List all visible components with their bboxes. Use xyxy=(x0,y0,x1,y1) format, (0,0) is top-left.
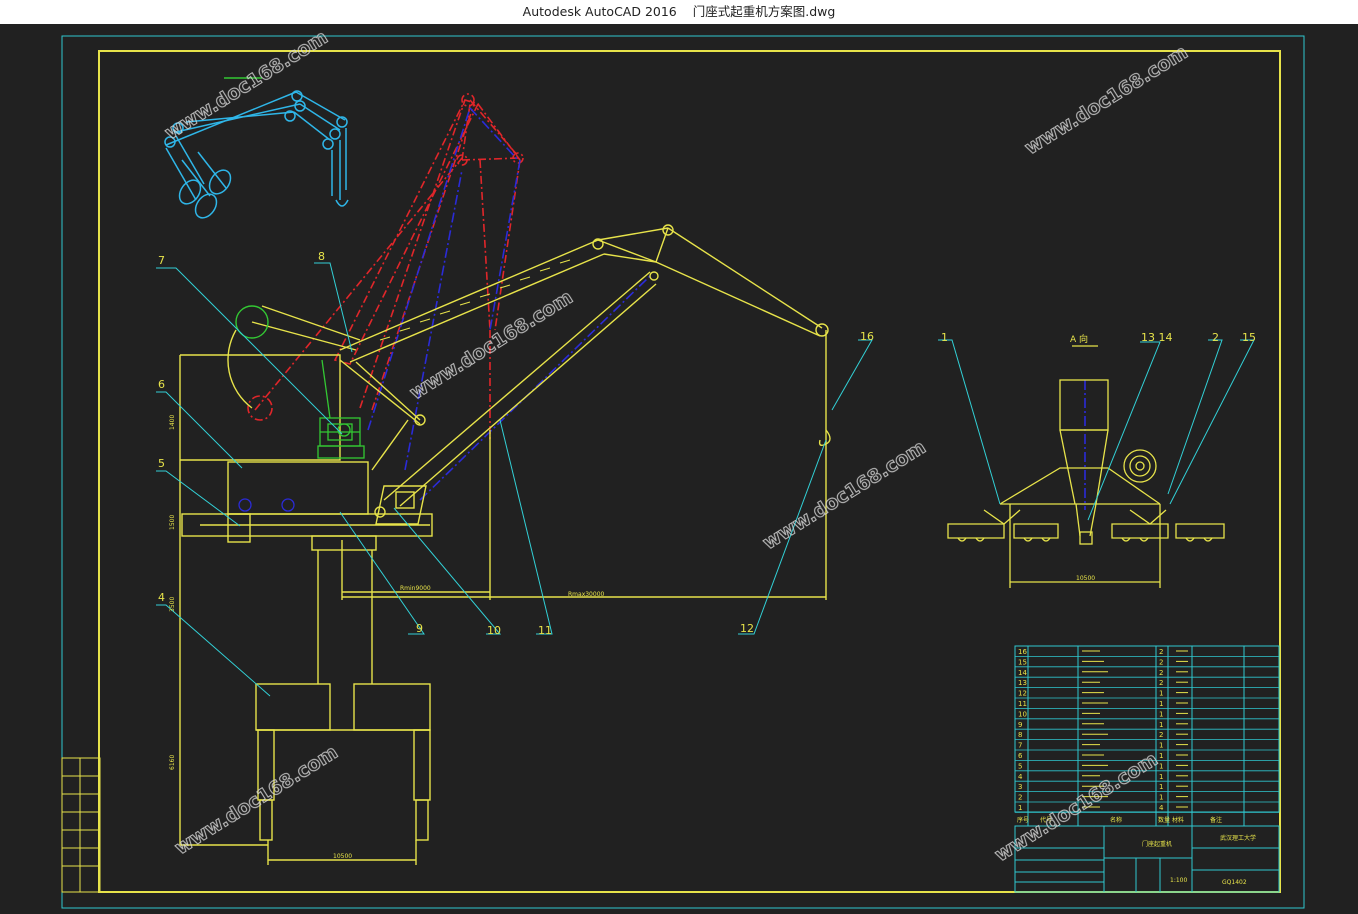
bom-row-qty: 2 xyxy=(1159,731,1163,739)
drawing-name: 门座起重机 xyxy=(1142,840,1172,848)
bom-row-qty: 1 xyxy=(1159,794,1163,802)
dim-height-mid: 3500 xyxy=(169,597,176,612)
bom-row-number: 6 xyxy=(1018,752,1023,760)
bom-table xyxy=(1014,645,1280,826)
bom-row-number: 11 xyxy=(1018,700,1027,708)
callout-13-14: 13 14 xyxy=(1141,331,1173,344)
cad-drawing: 7 8 6 5 4 9 10 11 12 16 1 13 14 2 15 Rmi… xyxy=(61,26,1305,909)
dim-side-width: 10500 xyxy=(1076,575,1095,582)
callout-10: 10 xyxy=(487,624,501,637)
bom-row-number: 5 xyxy=(1018,762,1022,770)
bom-header-material: 材料 xyxy=(1172,816,1184,824)
hoist-machinery xyxy=(238,359,365,512)
callout-9: 9 xyxy=(416,622,423,635)
dim-rmax: Rmax30000 xyxy=(568,591,605,598)
leader-lines xyxy=(156,262,1255,697)
callout-11: 11 xyxy=(538,624,552,637)
dim-height-top: 1400 xyxy=(169,415,176,430)
bom-row-qty: 1 xyxy=(1159,690,1163,698)
bom-header-note: 备注 xyxy=(1210,816,1222,824)
bom-row-number: 7 xyxy=(1018,742,1022,750)
callout-1: 1 xyxy=(941,331,948,344)
bom-row-qty: 2 xyxy=(1159,648,1163,656)
callout-5: 5 xyxy=(158,457,165,470)
bom-header-no: 序号 xyxy=(1017,816,1029,824)
bom-header-name: 名称 xyxy=(1110,816,1122,824)
bom-row-qty: 1 xyxy=(1159,742,1163,750)
drawing-canvas[interactable]: 7 8 6 5 4 9 10 11 12 16 1 13 14 2 15 Rmi… xyxy=(0,24,1358,910)
callout-2: 2 xyxy=(1212,331,1219,344)
bom-row-qty: 1 xyxy=(1159,700,1163,708)
bom-row-qty: 1 xyxy=(1159,773,1163,781)
bom-row-number: 14 xyxy=(1018,669,1027,677)
bom-row-number: 15 xyxy=(1018,658,1027,666)
bom-row-number: 3 xyxy=(1018,783,1022,791)
bom-row-number: 10 xyxy=(1018,710,1027,718)
bom-row-qty: 1 xyxy=(1159,783,1163,791)
watermark-2: www.doc168.com xyxy=(1021,41,1192,159)
watermark-5: www.doc168.com xyxy=(171,741,342,859)
callout-15: 15 xyxy=(1242,331,1256,344)
bom-row-number: 9 xyxy=(1018,721,1022,729)
bom-rows: 16 215 214 213 212 111 110 19 18 27 16 15 14 13 12 11 4序… xyxy=(1015,648,1279,824)
callout-7: 7 xyxy=(158,254,165,267)
bom-row-number: 4 xyxy=(1018,773,1023,781)
bom-row-qty: 2 xyxy=(1159,669,1163,677)
file-name: 门座式起重机方案图.dwg xyxy=(692,4,836,19)
dim-rmin: Rmin9000 xyxy=(400,585,431,592)
bom-row-qty: 1 xyxy=(1159,721,1163,729)
bom-row-number: 16 xyxy=(1018,648,1027,656)
bom-row-qty: 1 xyxy=(1159,710,1163,718)
dim-height-low: 6160 xyxy=(169,755,176,770)
perspective-sketch xyxy=(164,77,349,219)
bom-row-qty: 4 xyxy=(1159,804,1164,812)
crane-main xyxy=(179,224,831,865)
callout-16: 16 xyxy=(860,330,874,343)
school-name: 武汉理工大学 xyxy=(1220,834,1256,842)
window-title-bar: Autodesk AutoCAD 2016 门座式起重机方案图.dwg xyxy=(0,0,1358,24)
callout-12: 12 xyxy=(740,622,754,635)
bom-row-number: 1 xyxy=(1018,804,1022,812)
view-label: A 向 xyxy=(1070,333,1088,345)
dim-height-base: 1500 xyxy=(169,515,176,530)
watermark-6: www.doc168.com xyxy=(991,748,1162,866)
scale-value: 1:100 xyxy=(1170,877,1187,884)
title-block-text: 门座起重机 武汉理工大学 1:100 GQ1402 xyxy=(1142,834,1256,886)
dim-base-width: 10500 xyxy=(333,853,352,860)
watermark-4: www.doc168.com xyxy=(759,436,930,554)
callout-6: 6 xyxy=(158,378,165,391)
bom-row-number: 13 xyxy=(1018,679,1027,687)
watermark-3: www.doc168.com xyxy=(406,286,577,404)
watermarks: www.doc168.com www.doc168.com www.doc168… xyxy=(160,26,1192,867)
bom-row-number: 12 xyxy=(1018,690,1027,698)
drawing-number: GQ1402 xyxy=(1222,879,1247,886)
binding-table xyxy=(61,757,101,893)
bom-header-qty: 数量 xyxy=(1158,816,1170,824)
bom-row-number: 2 xyxy=(1018,794,1022,802)
callout-4: 4 xyxy=(158,591,165,604)
app-name: Autodesk AutoCAD 2016 xyxy=(522,4,677,19)
watermark-1: www.doc168.com xyxy=(161,26,332,144)
bom-row-qty: 2 xyxy=(1159,679,1163,687)
bom-row-qty: 2 xyxy=(1159,658,1163,666)
bom-row-qty: 1 xyxy=(1159,752,1163,760)
callout-8: 8 xyxy=(318,250,325,263)
bom-row-number: 8 xyxy=(1018,731,1022,739)
